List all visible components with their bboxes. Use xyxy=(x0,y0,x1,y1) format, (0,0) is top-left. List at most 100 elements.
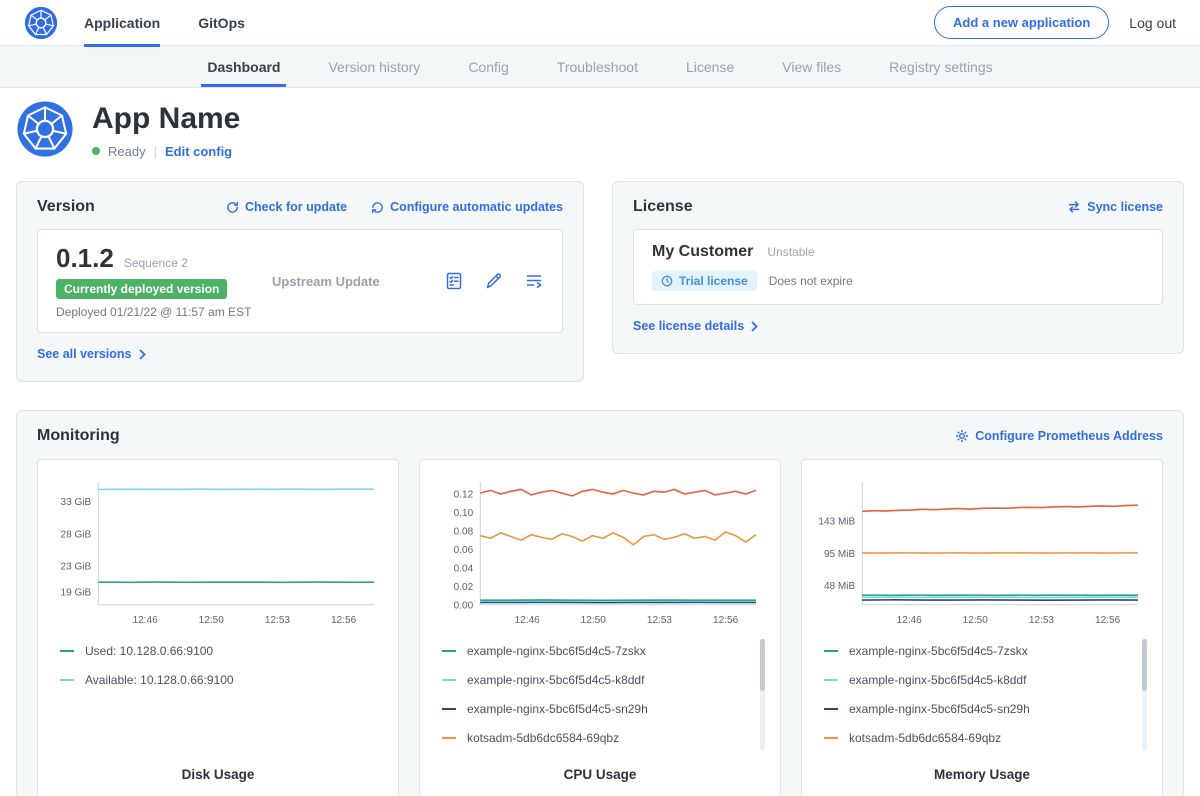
see-license-details-link[interactable]: See license details xyxy=(633,319,758,333)
svg-text:0.02: 0.02 xyxy=(454,582,474,593)
tab-view-files-label: View files xyxy=(782,59,841,75)
legend-label: example-nginx-5bc6f5d4c5-sn29h xyxy=(849,702,1030,716)
configure-prometheus-link[interactable]: Configure Prometheus Address xyxy=(955,429,1163,443)
gear-icon xyxy=(955,429,969,443)
legend-item: Available: 10.128.0.66:9100 xyxy=(60,666,372,695)
version-card: Version Check for update Configure autom… xyxy=(16,181,584,382)
customer-name: My Customer xyxy=(652,243,753,261)
tab-dashboard[interactable]: Dashboard xyxy=(183,46,304,87)
add-application-button[interactable]: Add a new application xyxy=(934,6,1109,39)
svg-text:12:46: 12:46 xyxy=(897,615,923,626)
chart-legend: Used: 10.128.0.66:9100 Available: 10.128.… xyxy=(60,637,372,695)
app-icon xyxy=(16,100,74,163)
clock-icon xyxy=(661,275,673,287)
upstream-update-label: Upstream Update xyxy=(268,274,444,289)
tab-config-label: Config xyxy=(468,59,508,75)
chart-plot: 0.000.020.040.060.080.100.1212:4612:5012… xyxy=(432,472,768,631)
edit-config-link[interactable]: Edit config xyxy=(165,144,232,159)
configure-prometheus-label: Configure Prometheus Address xyxy=(975,429,1163,443)
see-license-details-label: See license details xyxy=(633,319,744,333)
check-for-update-label: Check for update xyxy=(245,200,347,214)
scrollbar-thumb[interactable] xyxy=(1142,639,1147,691)
tab-version-history-label: Version history xyxy=(328,59,420,75)
status-dot xyxy=(92,147,100,155)
tab-version-history[interactable]: Version history xyxy=(304,46,444,87)
legend-item: example-nginx-5bc6f5d4c5-sn29h xyxy=(442,695,754,724)
chart-title: CPU Usage xyxy=(432,757,768,786)
svg-text:0.06: 0.06 xyxy=(454,545,474,556)
license-card-title: License xyxy=(633,198,693,216)
svg-text:12:46: 12:46 xyxy=(133,615,159,626)
configure-automatic-updates-link[interactable]: Configure automatic updates xyxy=(371,200,563,214)
version-card-title: Version xyxy=(37,198,95,216)
cpu-usage-panel: 0.000.020.040.060.080.100.1212:4612:5012… xyxy=(419,459,781,796)
channel-label: Unstable xyxy=(767,245,814,259)
tab-license[interactable]: License xyxy=(662,46,758,87)
nav-item-gitops[interactable]: GitOps xyxy=(198,0,245,46)
tab-dashboard-label: Dashboard xyxy=(207,59,280,75)
auto-update-icon xyxy=(371,201,384,214)
svg-text:28 GiB: 28 GiB xyxy=(61,529,92,540)
legend-item: Used: 10.128.0.66:9100 xyxy=(60,637,372,666)
chart-title: Memory Usage xyxy=(814,757,1150,786)
nav-item-application[interactable]: Application xyxy=(84,0,160,46)
legend-item: example-nginx-5bc6f5d4c5-7zskx xyxy=(824,637,1136,666)
legend-swatch xyxy=(60,679,74,681)
current-version-panel: 0.1.2 Sequence 2 Currently deployed vers… xyxy=(37,229,563,333)
chart-legend: example-nginx-5bc6f5d4c5-7zskx example-ng… xyxy=(824,637,1136,753)
svg-text:12:56: 12:56 xyxy=(331,615,357,626)
legend-label: kotsadm-5db6dc6584-69qbz xyxy=(849,731,1001,745)
edit-config-icon[interactable] xyxy=(484,271,504,291)
see-all-versions-link[interactable]: See all versions xyxy=(37,347,146,361)
legend-swatch xyxy=(824,650,838,652)
logout-link[interactable]: Log out xyxy=(1129,15,1176,31)
tab-registry-settings-label: Registry settings xyxy=(889,59,992,75)
svg-text:0.12: 0.12 xyxy=(454,490,474,501)
trial-license-label: Trial license xyxy=(679,274,748,288)
legend-label: example-nginx-5bc6f5d4c5-sn29h xyxy=(467,702,648,716)
deployed-badge: Currently deployed version xyxy=(56,279,227,299)
legend-scrollbar[interactable] xyxy=(1142,639,1147,751)
app-header: App Name Ready | Edit config xyxy=(0,88,1200,181)
monitoring-card: Monitoring Configure Prometheus Address … xyxy=(16,410,1184,796)
legend-label: Used: 10.128.0.66:9100 xyxy=(85,644,213,658)
chart-legend: example-nginx-5bc6f5d4c5-7zskxexample-ng… xyxy=(442,637,754,753)
check-for-update-link[interactable]: Check for update xyxy=(226,200,347,214)
tab-license-label: License xyxy=(686,59,734,75)
svg-text:12:50: 12:50 xyxy=(963,615,989,626)
svg-text:95 MiB: 95 MiB xyxy=(824,549,856,560)
app-tab-bar: Dashboard Version history Config Trouble… xyxy=(0,46,1200,88)
legend-swatch xyxy=(60,650,74,652)
legend-swatch xyxy=(824,679,838,681)
svg-text:12:46: 12:46 xyxy=(515,615,541,626)
legend-item: kotsadm-5db6dc6584-69qbz xyxy=(442,724,754,753)
tab-registry-settings[interactable]: Registry settings xyxy=(865,46,1016,87)
sync-license-label: Sync license xyxy=(1087,200,1163,214)
release-notes-icon[interactable] xyxy=(524,271,544,291)
chart-plot: 19 GiB23 GiB28 GiB33 GiB12:4612:5012:531… xyxy=(50,472,386,631)
deployed-timestamp: Deployed 01/21/22 @ 11:57 am EST xyxy=(56,305,268,319)
legend-swatch xyxy=(442,650,456,652)
svg-text:12:50: 12:50 xyxy=(199,615,225,626)
svg-text:12:53: 12:53 xyxy=(647,615,673,626)
page-title: App Name xyxy=(92,102,240,137)
tab-troubleshoot[interactable]: Troubleshoot xyxy=(533,46,662,87)
tab-config[interactable]: Config xyxy=(444,46,532,87)
svg-text:0.10: 0.10 xyxy=(454,508,474,519)
legend-swatch xyxy=(442,737,456,739)
tab-view-files[interactable]: View files xyxy=(758,46,865,87)
nav-item-gitops-label: GitOps xyxy=(198,15,245,31)
legend-scrollbar[interactable] xyxy=(760,639,765,751)
svg-text:12:56: 12:56 xyxy=(1095,615,1121,626)
configure-automatic-updates-label: Configure automatic updates xyxy=(390,200,563,214)
sync-license-link[interactable]: Sync license xyxy=(1067,200,1163,214)
chart-plot: 48 MiB95 MiB143 MiB12:4612:5012:5312:56 xyxy=(814,472,1150,631)
legend-swatch xyxy=(824,708,838,710)
top-navbar: Application GitOps Add a new application… xyxy=(0,0,1200,46)
preflight-checks-icon[interactable] xyxy=(444,271,464,291)
legend-item: kotsadm-5db6dc6584-69qbz xyxy=(824,724,1136,753)
svg-text:12:50: 12:50 xyxy=(581,615,607,626)
refresh-icon xyxy=(226,201,239,214)
scrollbar-thumb[interactable] xyxy=(760,639,765,691)
sequence-label: Sequence 2 xyxy=(124,256,188,270)
